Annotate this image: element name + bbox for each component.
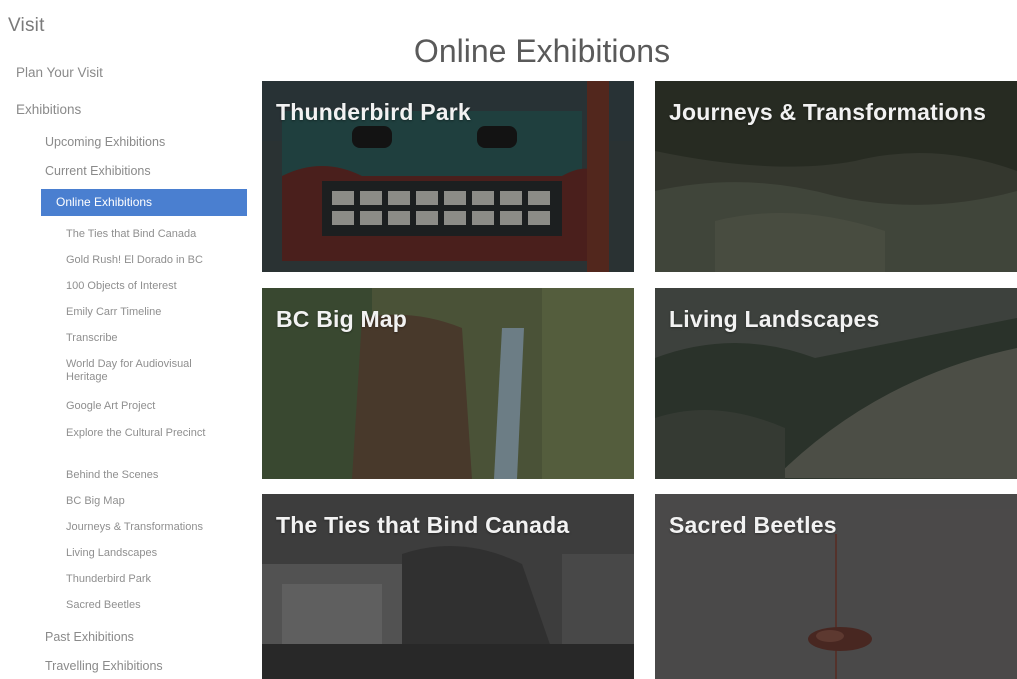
sidebar-subitem-transcribe[interactable]: Transcribe [66, 332, 244, 345]
tile-label: Sacred Beetles [669, 512, 837, 538]
sidebar-subitem-google-art[interactable]: Google Art Project [66, 400, 244, 413]
sidebar-subitem-world-day[interactable]: World Day for Audiovisual Heritage [66, 358, 236, 384]
sidebar-subitem-behind-scenes[interactable]: Behind the Scenes [66, 469, 244, 482]
page-title: Online Exhibitions [413, 33, 671, 70]
sidebar-subitem-journeys[interactable]: Journeys & Transformations [66, 521, 244, 534]
tile-living-landscapes[interactable]: Living Landscapes [655, 288, 1017, 479]
sidebar-item-plan-your-visit[interactable]: Plan Your Visit [16, 65, 103, 80]
sidebar-item-upcoming-exhibitions[interactable]: Upcoming Exhibitions [45, 135, 165, 149]
tile-label: Thunderbird Park [276, 99, 471, 125]
sidebar-item-current-exhibitions[interactable]: Current Exhibitions [45, 164, 151, 178]
tile-label: BC Big Map [276, 306, 408, 332]
sidebar-nav: Visit Plan Your Visit Exhibitions Upcomi… [0, 0, 255, 679]
sidebar-subitem-emily-carr[interactable]: Emily Carr Timeline [66, 306, 244, 319]
sidebar-subitem-100-objects[interactable]: 100 Objects of Interest [66, 280, 244, 293]
sidebar-subitem-gold-rush[interactable]: Gold Rush! El Dorado in BC [66, 254, 244, 267]
sidebar-subitem-thunderbird-park[interactable]: Thunderbird Park [66, 573, 244, 586]
tile-label: Living Landscapes [669, 306, 880, 332]
sidebar-subitem-ties-that-bind[interactable]: The Ties that Bind Canada [66, 228, 244, 241]
sidebar-subitem-sacred-beetles[interactable]: Sacred Beetles [66, 599, 244, 612]
sidebar-item-past-exhibitions[interactable]: Past Exhibitions [45, 630, 134, 644]
tile-sacred-beetles[interactable]: Sacred Beetles [655, 494, 1017, 679]
tile-thunderbird-park[interactable]: Thunderbird Park [262, 81, 634, 272]
sidebar-subitem-bc-big-map[interactable]: BC Big Map [66, 495, 244, 508]
tile-journeys-transformations[interactable]: Journeys & Transformations [655, 81, 1017, 272]
sidebar-item-online-exhibitions[interactable]: Online Exhibitions [41, 189, 247, 216]
sidebar-heading-visit[interactable]: Visit [8, 15, 45, 37]
tile-ties-that-bind-canada[interactable]: The Ties that Bind Canada [262, 494, 634, 679]
sidebar-subitem-living-landscapes[interactable]: Living Landscapes [66, 547, 244, 560]
tile-label: The Ties that Bind Canada [276, 512, 570, 538]
sidebar-subitem-cultural-precinct[interactable]: Explore the Cultural Precinct [66, 427, 206, 440]
tile-label: Journeys & Transformations [669, 99, 987, 125]
sidebar-item-exhibitions[interactable]: Exhibitions [16, 102, 81, 117]
tile-bc-big-map[interactable]: BC Big Map [262, 288, 634, 479]
sidebar-item-travelling-exhibitions[interactable]: Travelling Exhibitions [45, 659, 163, 673]
